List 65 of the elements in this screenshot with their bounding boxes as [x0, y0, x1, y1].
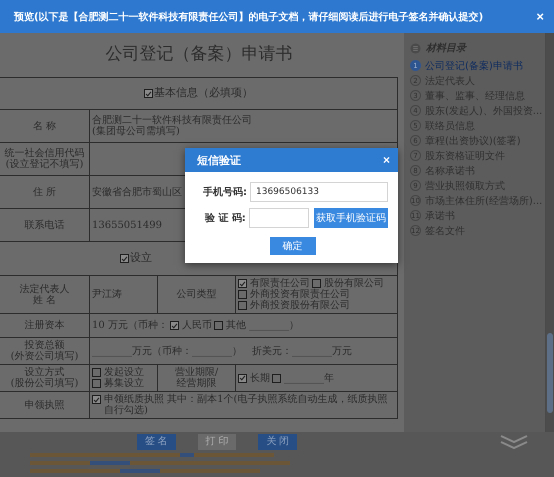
field-value: 有限责任公司	[250, 278, 310, 289]
checkbox[interactable]	[170, 321, 179, 330]
field-value: 外商投资有限责任公司	[250, 289, 350, 300]
checkbox[interactable]	[238, 290, 247, 299]
code-field[interactable]	[248, 208, 309, 228]
field-value: 人民币	[182, 320, 212, 331]
checkbox[interactable]	[92, 395, 101, 404]
field-label: (设立登记不填写)	[6, 159, 84, 170]
field-value: 外商投资股份有限公司	[250, 300, 350, 311]
get-code-button[interactable]: 获取手机验证码	[314, 208, 388, 228]
checkbox[interactable]	[92, 379, 101, 388]
section-heading: 基本信息（必填项）	[154, 87, 253, 100]
field-label: 法定代表人	[20, 284, 70, 294]
phone-field[interactable]: 13696506133	[250, 182, 388, 202]
action-button[interactable]: 签 名	[136, 434, 176, 450]
checkbox[interactable]	[272, 374, 281, 382]
field-value: 10 万元（币种：	[92, 320, 168, 331]
field-value: 长期	[250, 372, 270, 384]
field-label: 名 称	[32, 120, 56, 132]
checkbox[interactable]	[144, 89, 153, 98]
checkbox[interactable]	[92, 368, 101, 377]
field-label: 姓 名	[32, 294, 56, 306]
field-label: 投资总额	[24, 340, 64, 351]
field-label: 经营期限	[176, 378, 216, 389]
field-value: ________万元（币种：________） 折美元：________万元	[92, 346, 352, 356]
action-button[interactable]: 关 闭	[258, 434, 298, 450]
checkbox[interactable]	[238, 301, 247, 310]
checkbox[interactable]	[312, 279, 321, 288]
field-label: 设立方式	[24, 367, 64, 378]
field-value: ________年	[284, 372, 334, 384]
field-value: 尹江涛	[92, 289, 122, 300]
close-button[interactable]: ×	[382, 153, 390, 167]
field-value: 募集设立	[104, 378, 144, 389]
field-label: 手机号码:	[202, 186, 247, 199]
checkbox[interactable]	[214, 321, 223, 330]
field-value: 合肥测二十一软件科技有限责任公司	[92, 115, 252, 126]
field-label: 注册资本	[24, 320, 64, 331]
field-value: 其他 ________）	[226, 320, 300, 331]
document-title: 公司登记（备案）申请书	[104, 43, 294, 65]
scrollbar[interactable]	[546, 33, 554, 432]
checkbox[interactable]	[120, 254, 129, 263]
field-label: (股份公司填写)	[10, 378, 78, 389]
field-value: 申领纸质执照 其中：副本1个(电子执照系统自动生成，纸质执照自行勾选)	[104, 394, 388, 416]
field-value: 发起设立	[104, 367, 144, 378]
list-icon	[410, 42, 421, 54]
field-label: 公司类型	[176, 289, 216, 300]
field-value: (集团母公司需填写)	[92, 126, 180, 137]
close-button[interactable]: ×	[536, 9, 544, 24]
dialog-title: 短信验证	[197, 152, 241, 168]
chevron-down-icon[interactable]	[499, 434, 529, 450]
field-label: (外资公司填写)	[10, 351, 78, 362]
field-label: 营业期限/	[174, 367, 218, 378]
field-label: 申领执照	[24, 400, 64, 410]
field-label: 住 所	[32, 186, 56, 198]
field-value: 安徽省合肥市蜀山区	[92, 186, 182, 198]
field-label: 统一社会信用代码	[4, 148, 84, 159]
checkbox[interactable]	[238, 374, 247, 382]
confirm-button[interactable]: 确定	[270, 237, 316, 255]
section-heading: 设立	[130, 252, 152, 265]
checkbox[interactable]	[238, 279, 247, 288]
field-label: 验 证 码:	[204, 212, 246, 225]
field-label: 联系电话	[24, 220, 64, 230]
field-value: 13655051499	[92, 220, 162, 230]
window-title: 预览(以下是【合肥测二十一软件科技有限责任公司】的电子文档，请仔细阅读后进行电子签名并确认提交)	[14, 10, 484, 24]
field-value: 股份有限公司	[324, 278, 384, 289]
